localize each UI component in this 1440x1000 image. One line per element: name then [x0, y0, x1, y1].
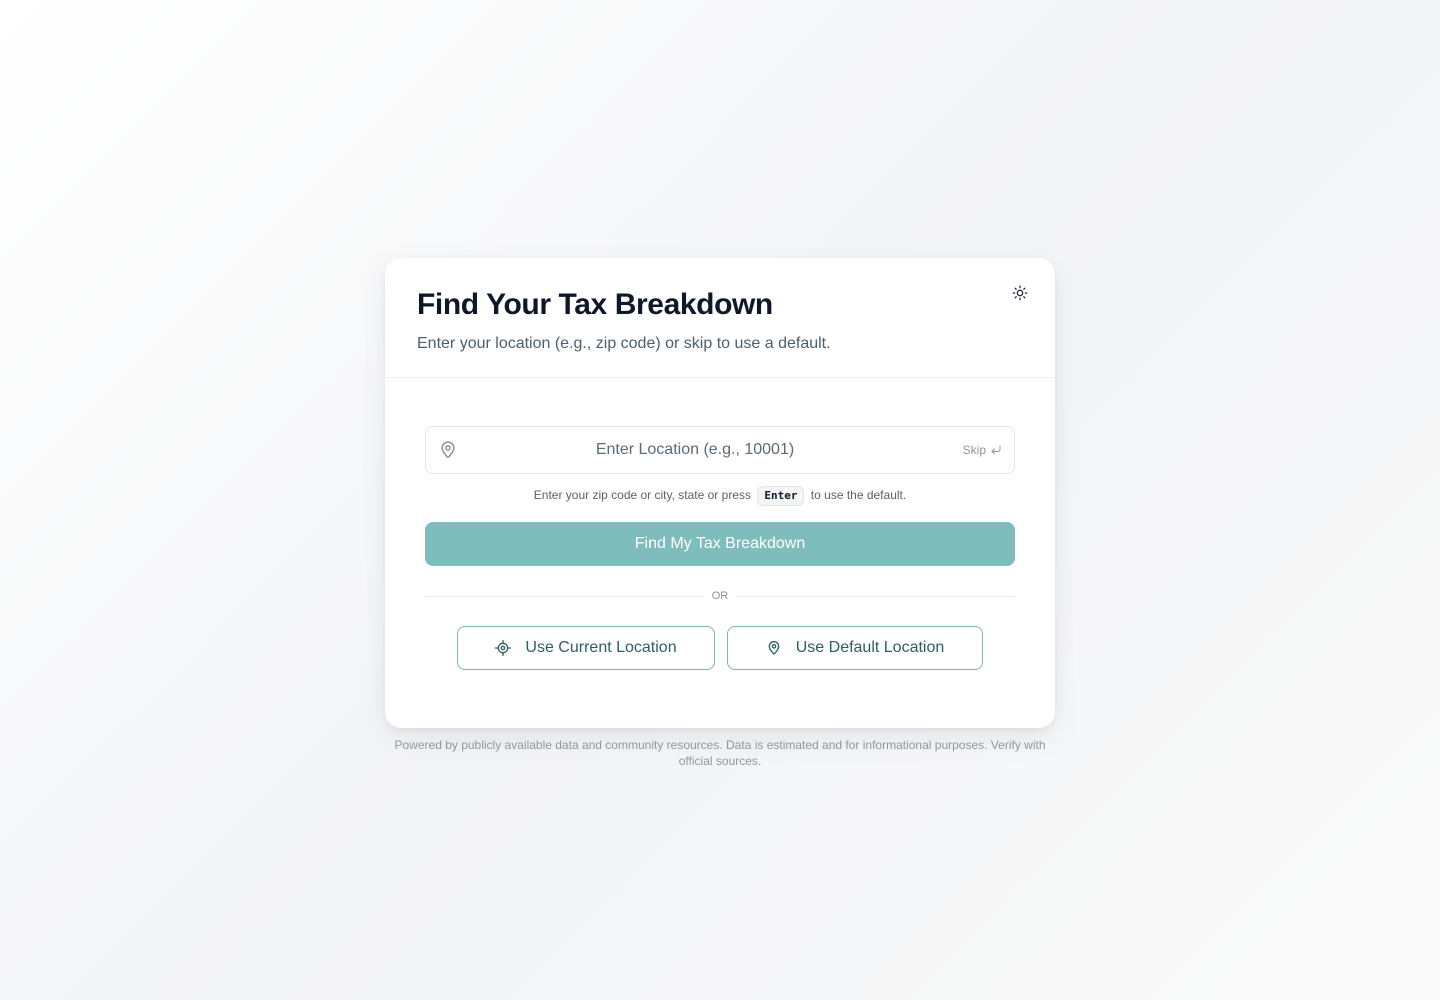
location-card: Find Your Tax Breakdown Enter your locat… — [385, 258, 1055, 728]
or-divider: OR — [425, 590, 1015, 602]
input-hint: Enter your zip code or city, state or pr… — [425, 486, 1015, 506]
page-subtitle: Enter your location (e.g., zip code) or … — [417, 335, 831, 352]
find-tax-breakdown-button[interactable]: Find My Tax Breakdown — [425, 522, 1015, 566]
skip-label: Skip — [962, 443, 986, 457]
divider-line-right — [736, 595, 1015, 597]
use-default-location-button[interactable]: Use Default Location — [727, 626, 983, 670]
hint-text-after: to use the default. — [810, 488, 907, 502]
crosshair-icon — [495, 640, 512, 656]
divider-label: OR — [711, 590, 729, 602]
sun-icon — [1012, 285, 1028, 301]
divider-line-left — [425, 595, 704, 597]
card-header: Find Your Tax Breakdown Enter your locat… — [385, 258, 1055, 378]
footer-disclaimer: Powered by publicly available data and c… — [394, 738, 1046, 768]
alternative-actions: Use Current Location Use Default Locatio… — [425, 626, 1015, 670]
hint-text-before: Enter your zip code or city, state or pr… — [533, 488, 751, 502]
map-pin-icon — [441, 441, 455, 459]
enter-key-badge: Enter — [757, 486, 805, 506]
theme-toggle-button[interactable] — [1011, 284, 1029, 302]
use-current-location-label: Use Current Location — [525, 639, 677, 656]
use-default-location-label: Use Default Location — [795, 639, 945, 656]
location-input-wrapper: Skip — [425, 426, 1015, 474]
enter-return-icon — [991, 445, 1001, 455]
use-current-location-button[interactable]: Use Current Location — [457, 626, 715, 670]
card-body: Skip Enter your zip code or city, state … — [385, 378, 1055, 670]
page-title: Find Your Tax Breakdown — [417, 288, 773, 321]
skip-button[interactable]: Skip — [963, 443, 1002, 457]
map-pin-icon — [768, 641, 780, 655]
location-input[interactable] — [426, 427, 1014, 473]
